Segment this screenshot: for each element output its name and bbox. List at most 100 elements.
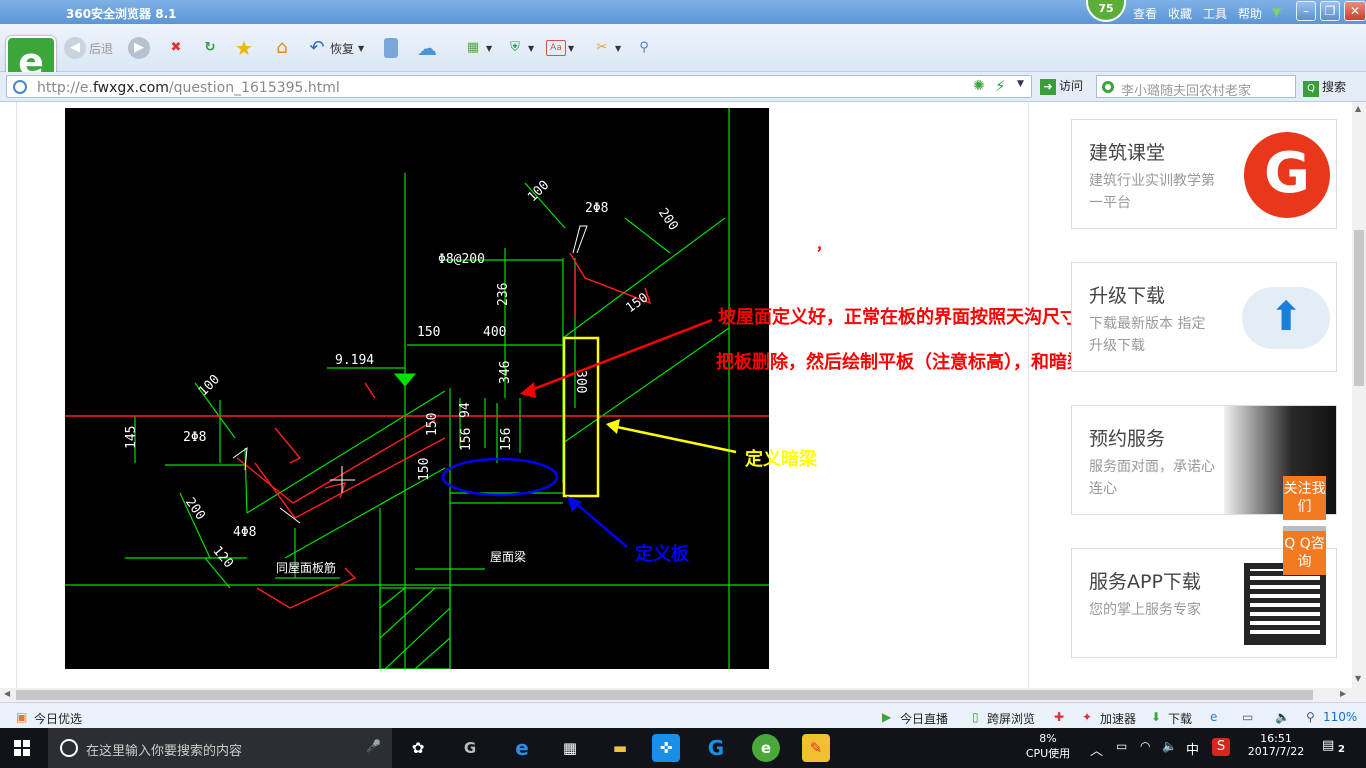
page-content: 100 2Φ8 200 Φ8@200 236 150 150 400 346 3…	[0, 102, 1352, 688]
refresh-button[interactable]: ↻	[199, 36, 221, 60]
money-button[interactable]: ⛨ ▼	[504, 36, 534, 60]
card-upgrade-download[interactable]: 升级下载 下载最新版本 指定升级下载 ⬆	[1071, 262, 1337, 372]
g-app-icon[interactable]: G	[702, 734, 730, 762]
forward-button[interactable]: ▶	[128, 36, 150, 60]
microphone-icon[interactable]: 🎤	[366, 739, 381, 753]
today-picks-link[interactable]: 今日优选	[34, 710, 82, 727]
window-icon[interactable]: ▭	[1242, 710, 1253, 724]
windows-start-button[interactable]	[14, 740, 30, 756]
stop-icon: ✖	[170, 40, 182, 55]
today-live-link[interactable]: 今日直播	[900, 710, 948, 727]
chevron-down-icon: ▼	[615, 43, 622, 53]
task-view-icon[interactable]: ✿	[404, 734, 432, 762]
play-icon: ▶	[882, 710, 892, 724]
menu-help[interactable]: 帮助	[1238, 5, 1262, 22]
translate-button[interactable]: Aa ▼	[546, 36, 574, 60]
annotation-line2: 把板删除，然后绘制平板（注意标高），和暗梁。	[716, 352, 1103, 373]
speaker-icon[interactable]: 🔈	[1275, 710, 1290, 724]
url-dropdown-icon[interactable]: ▼	[1017, 79, 1024, 89]
browser-title: 360安全浏览器 8.1	[66, 7, 177, 21]
search-input[interactable]: 李小璐随夫回农村老家	[1096, 75, 1296, 99]
scroll-up-icon[interactable]: ▲	[1355, 104, 1361, 113]
accelerator-link[interactable]: 加速器	[1100, 710, 1136, 727]
horizontal-scroll-thumb[interactable]	[16, 690, 1313, 700]
ime-indicator[interactable]: 中	[1186, 739, 1199, 758]
apps-grid-icon: ▦	[466, 40, 480, 55]
screenshot-button[interactable]: ✂ ▼	[591, 36, 622, 60]
tray-expand-icon[interactable]: ︿	[1090, 740, 1103, 759]
store-icon[interactable]: ▦	[556, 734, 584, 762]
lightning-icon[interactable]: ⚡	[995, 77, 1006, 95]
home-button[interactable]: ⌂	[271, 36, 293, 60]
cloud-button[interactable]: ☁	[416, 36, 438, 60]
apps-button[interactable]: ▦ ▼	[462, 36, 492, 60]
back-arrow-icon: ◀	[64, 37, 86, 59]
arrow-right-icon: ➜	[1040, 79, 1056, 95]
network-icon[interactable]: ◠	[1140, 739, 1150, 753]
first-aid-icon[interactable]: ✚	[1054, 710, 1064, 724]
battery-icon[interactable]: ▭	[1116, 739, 1127, 753]
explorer-icon[interactable]: ▬	[606, 734, 634, 762]
qq-consult-button[interactable]: Q Q咨询	[1283, 531, 1326, 575]
horizontal-scrollbar[interactable]: ◀ ▶	[0, 688, 1366, 702]
phone-button[interactable]	[384, 36, 398, 60]
volume-icon[interactable]: 🔈	[1162, 739, 1177, 753]
download-link[interactable]: 下载	[1168, 710, 1192, 727]
notes-app-icon[interactable]: ✎	[802, 734, 830, 762]
close-button[interactable]: ✕	[1344, 1, 1366, 21]
score-badge[interactable]: 75	[1086, 0, 1126, 22]
search-icon: Q	[1303, 81, 1319, 97]
phone-icon	[384, 38, 398, 58]
cross-screen-link[interactable]: 跨屏浏览	[987, 710, 1035, 727]
annotation-mark: ，	[816, 238, 830, 254]
forward-arrow-icon: ▶	[128, 37, 150, 59]
vertical-scroll-thumb[interactable]	[1354, 230, 1364, 386]
visit-button[interactable]: ➜ 访问	[1040, 77, 1083, 95]
clock[interactable]: 16:51 2017/7/22	[1240, 732, 1312, 758]
browser-360-icon[interactable]: e	[752, 734, 780, 762]
url-field[interactable]: http://e.fwxgx.com/question_1615395.html…	[6, 75, 1032, 98]
url-text: http://e.fwxgx.com/question_1615395.html	[37, 80, 340, 96]
card-building-class[interactable]: 建筑课堂 建筑行业实训教学第一平台 G	[1071, 119, 1337, 229]
minimize-button[interactable]: –	[1296, 1, 1316, 21]
speedup-icon[interactable]: ✺	[973, 78, 985, 94]
stop-button[interactable]: ✖	[165, 36, 187, 60]
back-label: 后退	[89, 41, 114, 56]
skin-icon[interactable]: ▼	[1272, 5, 1281, 19]
menu-favorites[interactable]: 收藏	[1168, 5, 1192, 22]
zoom-button[interactable]: ⚲	[633, 36, 655, 60]
notification-count: 2	[1338, 744, 1345, 755]
maximize-button[interactable]: ❐	[1320, 1, 1340, 21]
zoom-level[interactable]: 110%	[1323, 710, 1357, 724]
menu-view[interactable]: 查看	[1133, 5, 1157, 22]
chevron-down-icon: ▼	[528, 43, 535, 53]
gift-icon: ▣	[16, 710, 28, 724]
glodon-app-icon[interactable]: G	[456, 734, 484, 762]
back-button[interactable]: ◀ 后退	[64, 36, 113, 60]
card-desc: 服务面对面，承诺心连心	[1089, 459, 1215, 497]
cpu-usage[interactable]: 8% CPU使用	[1024, 732, 1072, 761]
accelerator-icon: ✦	[1082, 710, 1093, 724]
cloud-upload-icon: ⬆	[1242, 287, 1330, 349]
search-button[interactable]: Q 搜索	[1303, 78, 1346, 97]
zoom-icon: ⚲	[1306, 710, 1315, 724]
download-icon: ⬇	[1151, 710, 1162, 724]
hidden-beam-box	[562, 336, 600, 498]
pinned-app-icon[interactable]: ✜	[652, 734, 680, 762]
taskbar-search-input[interactable]: 在这里输入你要搜索的内容 🎤	[48, 728, 392, 768]
edge-icon[interactable]: e	[508, 734, 536, 762]
sogou-icon[interactable]: S	[1212, 738, 1230, 756]
chevron-down-icon: ▼	[486, 43, 493, 53]
favorite-button[interactable]: ★	[233, 36, 255, 60]
scroll-left-icon[interactable]: ◀	[4, 689, 10, 698]
scroll-down-icon[interactable]: ▼	[1355, 674, 1361, 683]
restore-button[interactable]: ↶ 恢复 ▼	[306, 36, 364, 60]
card-title: 升级下载	[1089, 285, 1166, 307]
content-divider-right	[1028, 102, 1029, 688]
scroll-right-icon[interactable]: ▶	[1340, 689, 1346, 698]
notification-icon[interactable]: ▤	[1322, 738, 1334, 753]
ie-icon[interactable]: e	[1210, 710, 1217, 724]
menu-tools[interactable]: 工具	[1203, 5, 1227, 22]
vertical-scrollbar[interactable]: ▲ ▼	[1352, 102, 1366, 688]
follow-us-button[interactable]: 关注我们	[1283, 476, 1326, 520]
